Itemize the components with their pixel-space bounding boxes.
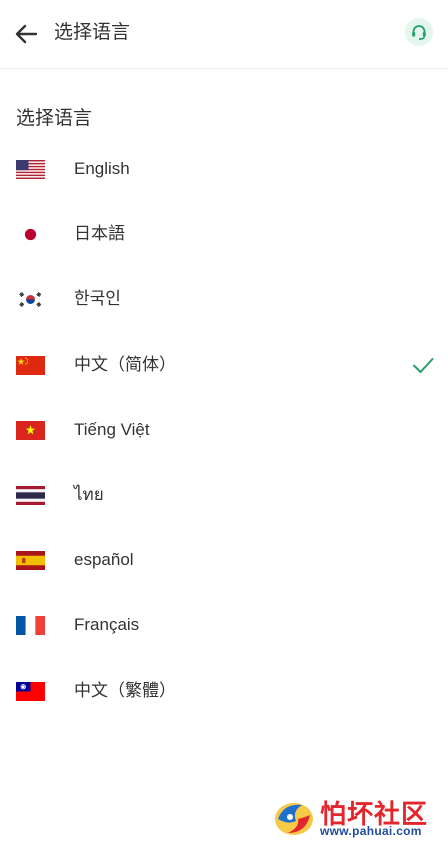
language-option-vietnamese[interactable]: Tiếng Việt xyxy=(0,397,448,462)
language-option-japanese[interactable]: 日本語 xyxy=(0,201,448,266)
checkmark-icon xyxy=(413,357,434,373)
top-bar: 选择语言 xyxy=(0,0,448,69)
language-option-korean[interactable]: 한국인 xyxy=(0,266,448,331)
section-title: 选择语言 xyxy=(16,108,93,129)
watermark-logo-icon xyxy=(275,803,313,835)
language-label: Tiếng Việt xyxy=(74,419,150,439)
back-button[interactable] xyxy=(10,18,42,50)
us-flag-icon xyxy=(16,160,45,179)
vietnam-flag-icon xyxy=(16,420,45,440)
language-option-french[interactable]: Français xyxy=(0,592,448,657)
language-option-english[interactable]: English xyxy=(0,136,448,201)
language-label: español xyxy=(74,550,134,570)
korea-flag-icon xyxy=(16,290,45,310)
china-flag-icon xyxy=(16,355,45,375)
watermark-url: www.pahuai.com xyxy=(320,824,422,838)
site-watermark: 怕坏社区 www.pahuai.com xyxy=(270,793,445,841)
headset-icon xyxy=(412,25,426,41)
language-label: 中文（繁體） xyxy=(74,680,176,700)
language-label: 한국인 xyxy=(74,289,121,309)
language-option-thai[interactable]: ไทย xyxy=(0,462,448,527)
language-option-chinese-simplified[interactable]: 中文（简体） xyxy=(0,332,448,397)
spain-flag-icon xyxy=(16,551,45,571)
language-option-spanish[interactable]: español xyxy=(0,527,448,592)
language-option-chinese-traditional[interactable]: 中文（繁體） xyxy=(0,658,448,723)
arrow-left-icon xyxy=(15,24,38,44)
language-label: Français xyxy=(74,615,140,635)
taiwan-flag-icon xyxy=(16,681,45,701)
language-label: 日本語 xyxy=(74,224,125,244)
page-title: 选择语言 xyxy=(54,22,131,43)
thailand-flag-icon xyxy=(16,485,45,505)
language-label: 中文（简体） xyxy=(74,354,176,374)
language-label: English xyxy=(74,159,130,178)
customer-support-button[interactable] xyxy=(405,18,433,46)
japan-flag-icon xyxy=(16,225,45,245)
language-label: ไทย xyxy=(74,484,104,504)
language-list: English 日本語 한국인 中文（简体） Tiếng Việt ไทย es… xyxy=(0,136,448,723)
france-flag-icon xyxy=(16,616,45,636)
